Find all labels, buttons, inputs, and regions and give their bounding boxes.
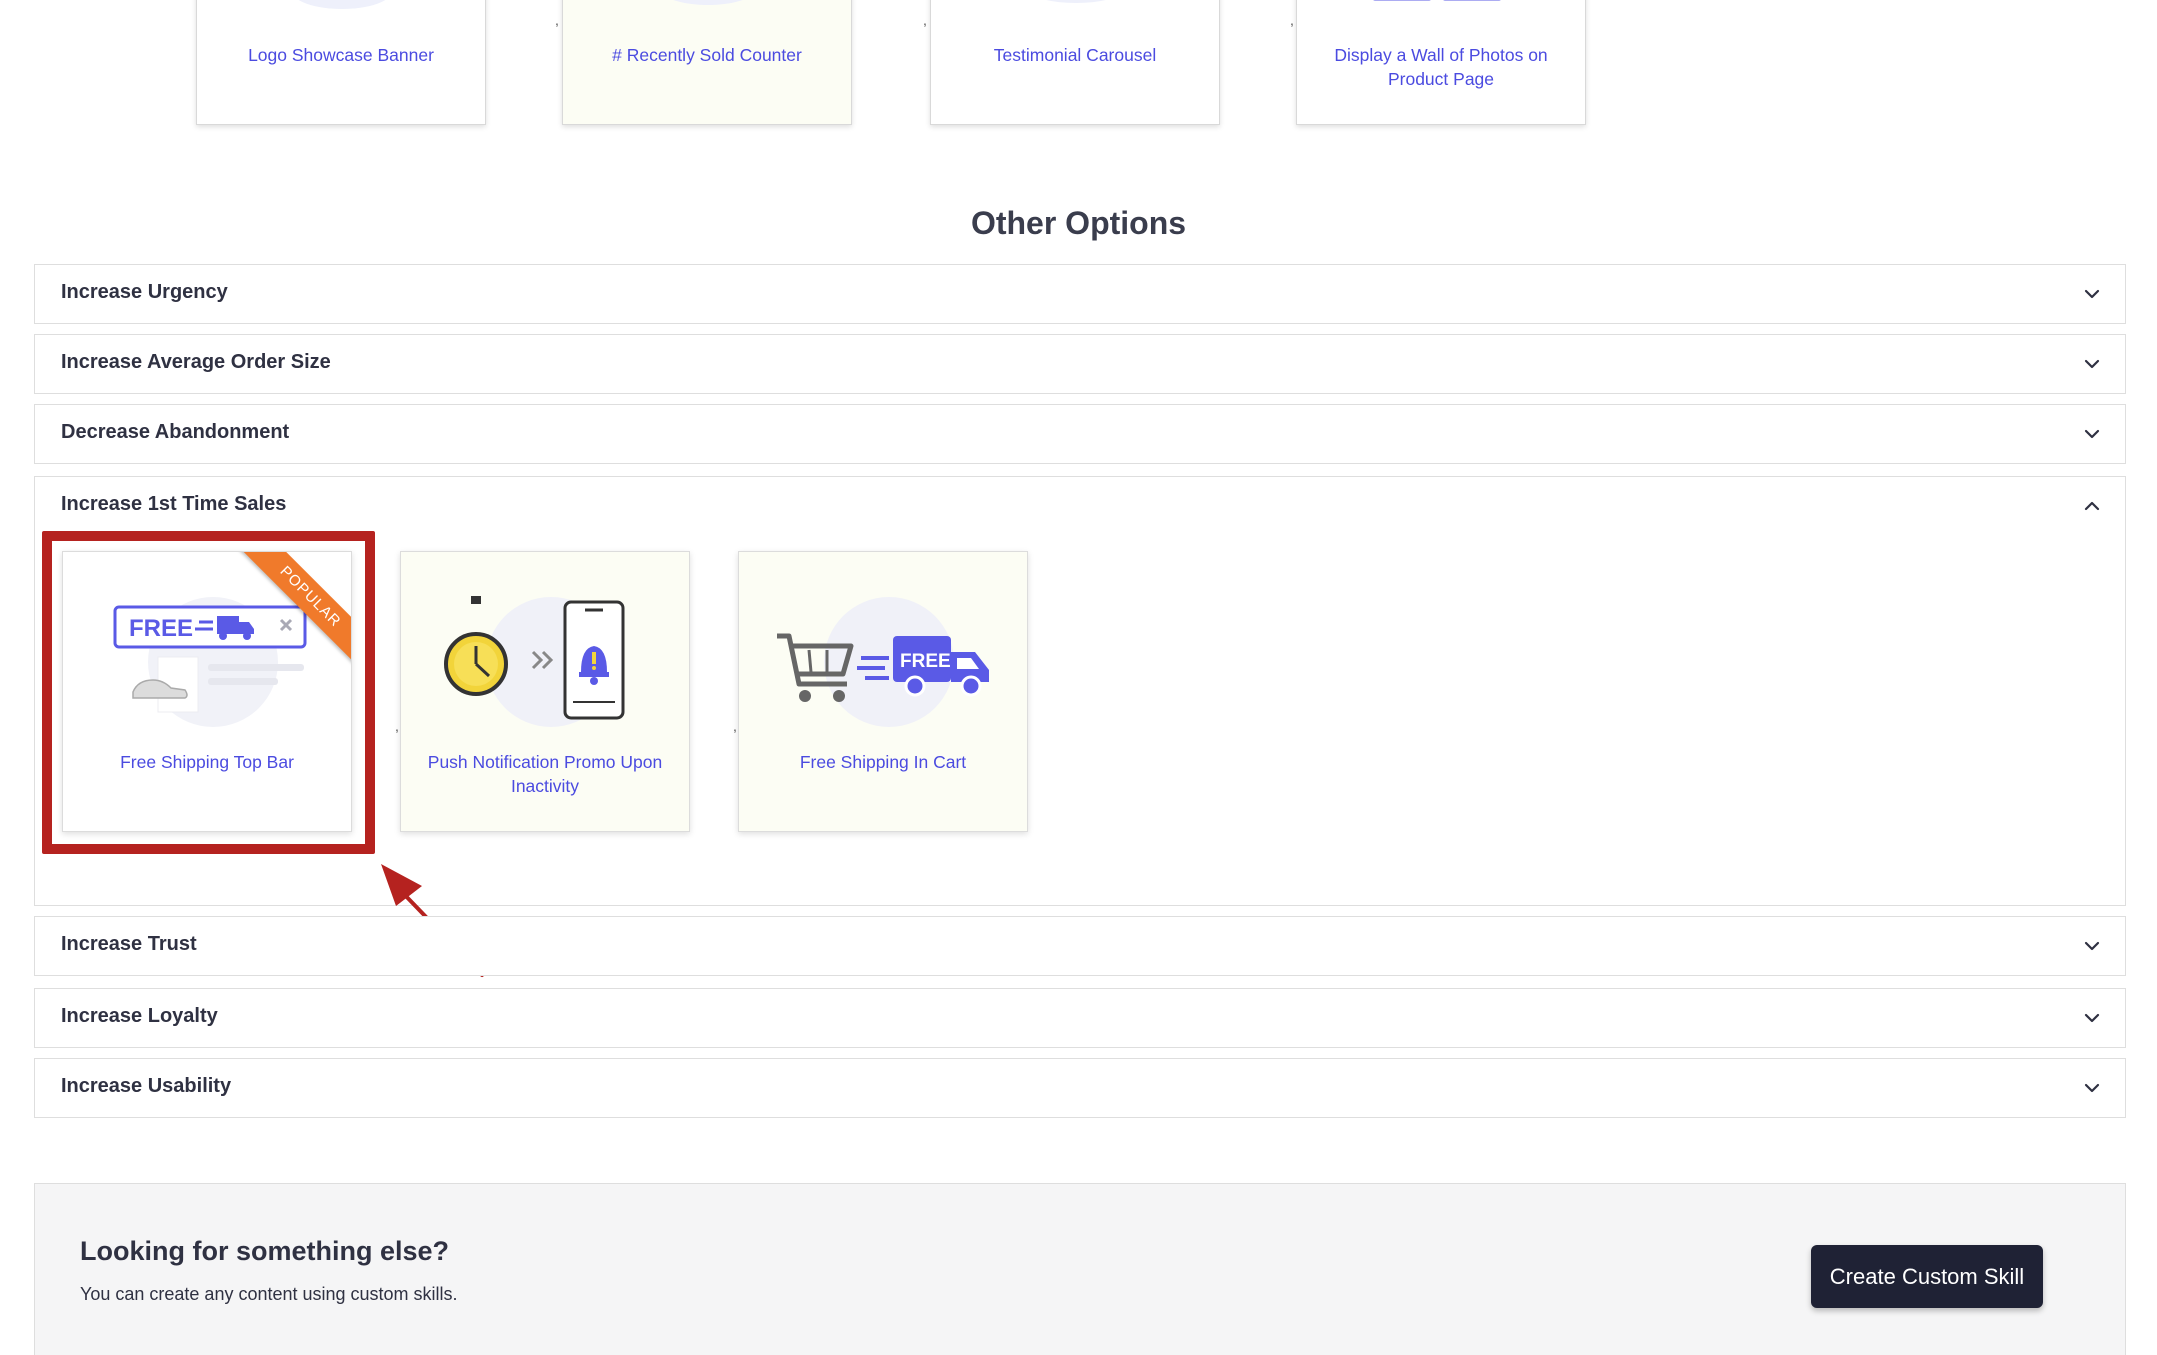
testimonial-illustration (931, 0, 1221, 21)
accordion-title: Increase Trust (61, 933, 197, 955)
chevron-down-icon[interactable] (2083, 355, 2101, 373)
highlight-box (42, 531, 375, 854)
free-shipping-cart-illustration: FREE (739, 572, 1027, 742)
accordion-increase-loyalty[interactable]: Increase Loyalty (34, 988, 2126, 1048)
skill-card-free-shipping-in-cart[interactable]: FREE Free Shipping In Cart (738, 551, 1028, 832)
separator: , (923, 12, 927, 28)
separator: , (733, 718, 737, 734)
accordion-title: Increase Average Order Size (61, 351, 331, 373)
section-title: Other Options (970, 205, 1187, 241)
recently-sold-illustration (563, 0, 853, 21)
accordion-increase-usability[interactable]: Increase Usability (34, 1058, 2126, 1118)
accordion-header[interactable]: Increase Loyalty (35, 989, 2125, 1047)
accordion-header[interactable]: Decrease Abandonment (35, 405, 2125, 463)
card-label: Free Shipping In Cart (799, 752, 967, 772)
accordion-header[interactable]: Increase Average Order Size (35, 335, 2125, 393)
panel-title: Looking for something else? (80, 1236, 450, 1266)
separator: , (555, 12, 559, 28)
panel-subtitle: You can create any content using custom … (80, 1284, 458, 1304)
separator: , (395, 718, 399, 734)
create-custom-skill-button[interactable]: Create Custom Skill (1811, 1245, 2043, 1308)
accordion-header[interactable]: Increase 1st Time Sales (35, 477, 2125, 535)
skill-card-push-notification-promo[interactable]: Push Notification Promo Upon Inactivity (400, 551, 690, 832)
accordion-increase-urgency[interactable]: Increase Urgency (34, 264, 2126, 324)
logo-showcase-illustration (197, 0, 487, 21)
photo-wall-illustration (1297, 0, 1587, 21)
card-label: Testimonial Carousel (993, 45, 1157, 65)
card-label: # Recently Sold Counter (612, 45, 802, 65)
accordion-title: Increase 1st Time Sales (61, 493, 287, 515)
chevron-down-icon[interactable] (2083, 1009, 2101, 1027)
separator: , (1290, 12, 1294, 28)
free-text: FREE (900, 651, 951, 672)
skill-card-logo-showcase[interactable]: Logo Showcase Banner (196, 0, 486, 125)
accordion-increase-aov[interactable]: Increase Average Order Size (34, 334, 2126, 394)
skill-card-photo-wall[interactable]: Display a Wall of Photos on Product Page (1296, 0, 1586, 125)
accordion-header[interactable]: Increase Trust (35, 917, 2125, 975)
accordion-title: Decrease Abandonment (61, 421, 290, 443)
push-notification-illustration (401, 572, 689, 742)
card-label: Display a Wall of Photos on Product Page (1334, 45, 1548, 89)
custom-skill-panel: Looking for something else? You can crea… (34, 1183, 2126, 1355)
chevron-up-icon[interactable] (2083, 497, 2101, 515)
chevron-down-icon[interactable] (2083, 937, 2101, 955)
skill-card-recently-sold[interactable]: # Recently Sold Counter (562, 0, 852, 125)
card-label: Push Notification Promo Upon Inactivity (427, 752, 663, 796)
accordion-increase-trust[interactable]: Increase Trust (34, 916, 2126, 976)
chevron-down-icon[interactable] (2083, 425, 2101, 443)
accordion-header[interactable]: Increase Usability (35, 1059, 2125, 1117)
accordion-title: Increase Loyalty (61, 1005, 218, 1027)
chevron-down-icon[interactable] (2083, 285, 2101, 303)
accordion-header[interactable]: Increase Urgency (35, 265, 2125, 323)
accordion-title: Increase Urgency (61, 281, 228, 303)
card-label: Logo Showcase Banner (248, 45, 434, 65)
accordion-decrease-abandonment[interactable]: Decrease Abandonment (34, 404, 2126, 464)
skill-card-testimonial-carousel[interactable]: Testimonial Carousel (930, 0, 1220, 125)
accordion-title: Increase Usability (61, 1075, 232, 1097)
chevron-down-icon[interactable] (2083, 1079, 2101, 1097)
